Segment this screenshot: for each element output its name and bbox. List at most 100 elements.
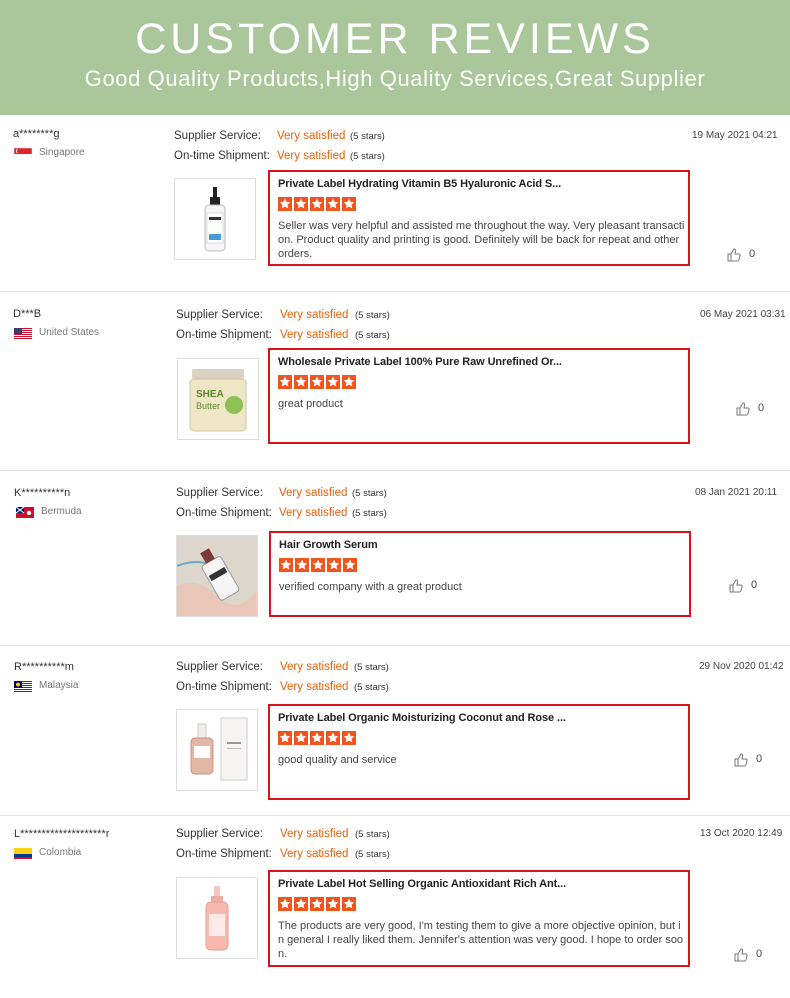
product-title-link[interactable]: Private Label Organic Moisturizing Cocon… bbox=[278, 712, 566, 724]
colombia-flag-icon bbox=[14, 847, 32, 859]
star-icon bbox=[294, 897, 308, 911]
usa-flag-icon bbox=[14, 327, 32, 339]
reviewer-country: Malaysia bbox=[39, 680, 79, 691]
star-icon bbox=[278, 375, 292, 389]
reviewer-name: R**********m bbox=[14, 661, 74, 673]
review-comment: good quality and service bbox=[278, 754, 397, 766]
like-button[interactable]: 0 bbox=[729, 579, 789, 595]
like-button[interactable]: 0 bbox=[736, 402, 790, 418]
ontime-shipment-stars: (5 stars) bbox=[354, 682, 389, 693]
supplier-service-label: Supplier Service: bbox=[176, 661, 263, 673]
review-item: a********g Singapore Supplier Service: V… bbox=[0, 128, 790, 298]
star-icon bbox=[326, 375, 340, 389]
thumbs-up-icon bbox=[734, 753, 748, 767]
star-icon bbox=[343, 558, 357, 572]
svg-text:SHEA: SHEA bbox=[196, 389, 224, 400]
star-icon bbox=[310, 375, 324, 389]
ontime-shipment-label: On-time Shipment: bbox=[174, 150, 270, 162]
product-title-link[interactable]: Private Label Hydrating Vitamin B5 Hyalu… bbox=[278, 178, 561, 190]
shea-butter-jar-image: SHEA Butter bbox=[178, 359, 258, 439]
star-icon bbox=[342, 897, 356, 911]
thumbs-up-icon bbox=[729, 579, 743, 593]
star-icon bbox=[326, 731, 340, 745]
star-icon bbox=[278, 197, 292, 211]
product-thumbnail[interactable] bbox=[174, 178, 256, 260]
review-comment: great product bbox=[278, 398, 343, 410]
star-icon bbox=[279, 558, 293, 572]
like-count: 0 bbox=[749, 248, 756, 260]
like-button[interactable]: 0 bbox=[734, 753, 790, 769]
thumbs-up-icon bbox=[727, 248, 741, 262]
star-rating bbox=[278, 197, 358, 213]
review-item: L********************r Colombia Supplier… bbox=[0, 828, 790, 998]
supplier-service-stars: (5 stars) bbox=[355, 310, 390, 321]
star-icon bbox=[342, 375, 356, 389]
review-content-box: Private Label Organic Moisturizing Cocon… bbox=[268, 704, 690, 800]
review-content-box: Wholesale Private Label 100% Pure Raw Un… bbox=[268, 348, 690, 444]
ontime-shipment-label: On-time Shipment: bbox=[176, 507, 272, 519]
star-rating bbox=[278, 897, 358, 913]
ontime-shipment-rating: Very satisfied bbox=[279, 507, 348, 519]
banner-title: CUSTOMER REVIEWS bbox=[135, 15, 655, 63]
reviewer-country: Colombia bbox=[39, 847, 82, 858]
supplier-service-rating: Very satisfied bbox=[279, 487, 348, 499]
supplier-service-stars: (5 stars) bbox=[350, 131, 385, 142]
like-button[interactable]: 0 bbox=[727, 248, 787, 264]
ontime-shipment-rating: Very satisfied bbox=[280, 681, 349, 693]
supplier-service-label: Supplier Service: bbox=[174, 130, 261, 142]
review-date: 06 May 2021 03:31 bbox=[700, 309, 786, 320]
reviewer-country: United States bbox=[39, 327, 100, 338]
product-thumbnail[interactable] bbox=[176, 709, 258, 791]
review-divider bbox=[0, 645, 790, 646]
product-thumbnail[interactable] bbox=[176, 535, 258, 617]
ontime-shipment-label: On-time Shipment: bbox=[176, 681, 272, 693]
star-rating bbox=[278, 375, 358, 391]
thumbs-up-icon bbox=[734, 948, 748, 962]
product-thumbnail[interactable]: SHEA Butter bbox=[177, 358, 259, 440]
serum-bottle-image bbox=[175, 179, 255, 259]
bermuda-flag-icon bbox=[16, 506, 34, 518]
supplier-service-stars: (5 stars) bbox=[352, 488, 387, 499]
review-comment: verified company with a great product bbox=[279, 581, 462, 593]
supplier-service-label: Supplier Service: bbox=[176, 309, 263, 321]
supplier-service-rating: Very satisfied bbox=[280, 309, 349, 321]
review-item: R**********m Malaysia Supplier Service: … bbox=[0, 661, 790, 831]
review-item: K**********n Bermuda Supplier Service: V… bbox=[0, 487, 790, 657]
supplier-service-rating: Very satisfied bbox=[277, 130, 346, 142]
supplier-service-stars: (5 stars) bbox=[354, 662, 389, 673]
star-icon bbox=[310, 731, 324, 745]
star-icon bbox=[327, 558, 341, 572]
ontime-shipment-stars: (5 stars) bbox=[352, 508, 387, 519]
ontime-shipment-label: On-time Shipment: bbox=[176, 329, 272, 341]
review-item: D***B United States Supplier Service: Ve… bbox=[0, 308, 790, 478]
star-icon bbox=[294, 731, 308, 745]
star-icon bbox=[326, 197, 340, 211]
reviewer-country: Singapore bbox=[39, 147, 85, 158]
product-title-link[interactable]: Hair Growth Serum bbox=[279, 539, 378, 551]
supplier-service-label: Supplier Service: bbox=[176, 487, 263, 499]
like-button[interactable]: 0 bbox=[734, 948, 790, 964]
reviewer-name: L********************r bbox=[14, 828, 110, 840]
rose-oil-bottle-image bbox=[177, 710, 257, 790]
supplier-service-rating: Very satisfied bbox=[280, 828, 349, 840]
reviewer-country: Bermuda bbox=[41, 506, 82, 517]
like-count: 0 bbox=[751, 579, 758, 591]
supplier-service-rating: Very satisfied bbox=[280, 661, 349, 673]
singapore-flag-icon bbox=[14, 147, 32, 159]
review-comment: Seller was very helpful and assisted me … bbox=[278, 220, 685, 260]
star-icon bbox=[326, 897, 340, 911]
svg-text:Butter: Butter bbox=[196, 401, 220, 411]
star-icon bbox=[294, 197, 308, 211]
like-count: 0 bbox=[758, 402, 765, 414]
review-content-box: Hair Growth Serum verified company with … bbox=[269, 531, 691, 617]
product-title-link[interactable]: Wholesale Private Label 100% Pure Raw Un… bbox=[278, 356, 562, 368]
ontime-shipment-stars: (5 stars) bbox=[355, 330, 390, 341]
product-title-link[interactable]: Private Label Hot Selling Organic Antiox… bbox=[278, 878, 566, 890]
product-thumbnail[interactable] bbox=[176, 877, 258, 959]
supplier-service-label: Supplier Service: bbox=[176, 828, 263, 840]
like-count: 0 bbox=[756, 948, 763, 960]
star-icon bbox=[342, 197, 356, 211]
star-icon bbox=[295, 558, 309, 572]
reviewer-name: D***B bbox=[13, 308, 42, 320]
reviewer-name: K**********n bbox=[14, 487, 71, 499]
